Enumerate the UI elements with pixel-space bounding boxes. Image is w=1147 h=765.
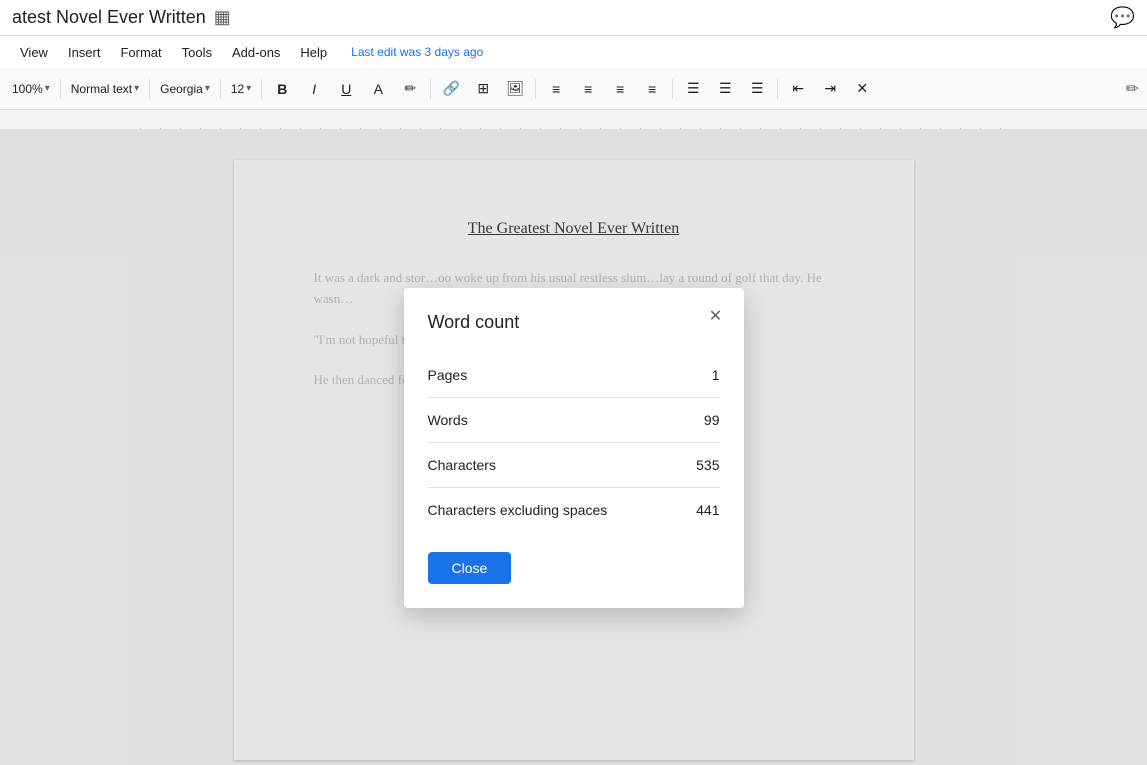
modal-title: Word count	[428, 312, 720, 333]
zoom-chevron: ▾	[45, 83, 50, 94]
separator-6	[535, 79, 536, 99]
menu-help[interactable]: Help	[292, 41, 335, 64]
ruler	[0, 110, 1147, 130]
font-value: Georgia	[160, 82, 203, 96]
style-selector[interactable]: Normal text ▾	[67, 80, 143, 98]
separator-3	[220, 79, 221, 99]
pencil-icon[interactable]: ✏	[1126, 81, 1139, 98]
menu-tools[interactable]: Tools	[174, 41, 220, 64]
link-button[interactable]: 🔗	[437, 75, 465, 103]
indent-less-button[interactable]: ⇤	[784, 75, 812, 103]
stat-characters-label: Characters	[428, 457, 496, 473]
stats-table: Pages 1 Words 99 Characters 535 Characte…	[428, 353, 720, 532]
highlight-button[interactable]: ✏	[396, 75, 424, 103]
numbered-list-button[interactable]: ☰	[679, 75, 707, 103]
toolbar: 100% ▾ Normal text ▾ Georgia ▾ 12 ▾ B I …	[0, 68, 1147, 110]
zoom-value: 100%	[12, 82, 43, 96]
separator-2	[149, 79, 150, 99]
separator-8	[777, 79, 778, 99]
font-selector[interactable]: Georgia ▾	[156, 80, 214, 98]
align-center-button[interactable]: ≡	[574, 75, 602, 103]
clear-format-button[interactable]: ✕	[848, 75, 876, 103]
menu-bar: View Insert Format Tools Add-ons Help La…	[0, 36, 1147, 68]
insert-image-button[interactable]: ⊞	[469, 75, 497, 103]
zoom-selector[interactable]: 100% ▾	[8, 80, 54, 98]
stat-characters-no-spaces-label: Characters excluding spaces	[428, 502, 608, 518]
underline-button[interactable]: U	[332, 75, 360, 103]
modal-close-button[interactable]: ✕	[704, 304, 728, 328]
insert-image2-button[interactable]: 🖼	[501, 75, 529, 103]
font-color-button[interactable]: A	[364, 75, 392, 103]
separator-4	[261, 79, 262, 99]
fontsize-value: 12	[231, 82, 244, 96]
stat-pages: Pages 1	[428, 353, 720, 398]
bullet-list-button[interactable]: ☰	[743, 75, 771, 103]
separator-5	[430, 79, 431, 99]
fontsize-chevron: ▾	[246, 83, 251, 94]
folder-icon: ▦	[214, 7, 231, 28]
separator-1	[60, 79, 61, 99]
close-button[interactable]: Close	[428, 552, 512, 584]
stat-characters-value: 535	[696, 457, 719, 473]
menu-format[interactable]: Format	[112, 41, 169, 64]
stat-characters-no-spaces-value: 441	[696, 502, 719, 518]
pencil-area: ✏	[1126, 79, 1139, 99]
title-bar: atest Novel Ever Written ▦ 💬	[0, 0, 1147, 36]
align-right-button[interactable]: ≡	[606, 75, 634, 103]
style-value: Normal text	[71, 82, 132, 96]
stat-characters: Characters 535	[428, 443, 720, 488]
style-chevron: ▾	[134, 83, 139, 94]
menu-insert[interactable]: Insert	[60, 41, 109, 64]
fontsize-selector[interactable]: 12 ▾	[227, 80, 255, 98]
font-chevron: ▾	[205, 83, 210, 94]
menu-addons[interactable]: Add-ons	[224, 41, 288, 64]
word-count-modal: Word count ✕ Pages 1 Words 99 Characters…	[404, 288, 744, 608]
menu-view[interactable]: View	[12, 41, 56, 64]
stat-words-label: Words	[428, 412, 468, 428]
ruler-line	[140, 128, 1007, 129]
stat-pages-value: 1	[712, 367, 720, 383]
italic-button[interactable]: I	[300, 75, 328, 103]
top-right-icons: 💬	[1110, 5, 1135, 30]
stat-characters-no-spaces: Characters excluding spaces 441	[428, 488, 720, 532]
align-left-button[interactable]: ≡	[542, 75, 570, 103]
justify-button[interactable]: ≡	[638, 75, 666, 103]
indent-more-button[interactable]: ⇥	[816, 75, 844, 103]
bold-button[interactable]: B	[268, 75, 296, 103]
modal-actions: Close	[428, 552, 720, 584]
modal-overlay: Word count ✕ Pages 1 Words 99 Characters…	[0, 130, 1147, 765]
stat-words-value: 99	[704, 412, 720, 428]
doc-title[interactable]: atest Novel Ever Written	[12, 7, 206, 28]
stat-words: Words 99	[428, 398, 720, 443]
document-area: The Greatest Novel Ever Written It was a…	[0, 130, 1147, 765]
stat-pages-label: Pages	[428, 367, 468, 383]
last-edit: Last edit was 3 days ago	[351, 45, 483, 59]
comment-icon[interactable]: 💬	[1110, 5, 1135, 30]
numbered-list2-button[interactable]: ☰	[711, 75, 739, 103]
separator-7	[672, 79, 673, 99]
